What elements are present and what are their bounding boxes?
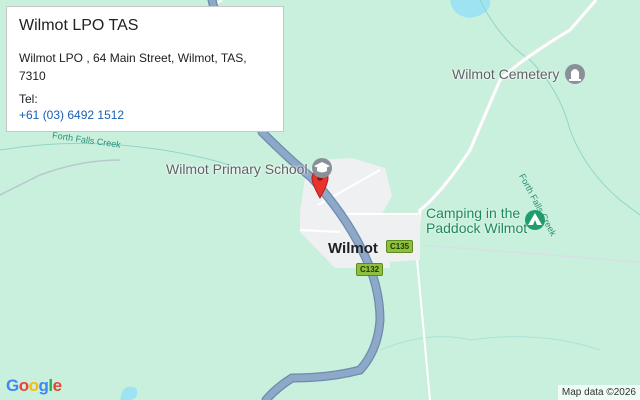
town-label[interactable]: Wilmot: [328, 240, 378, 257]
camping-label[interactable]: Camping in the Paddock Wilmot: [426, 206, 527, 236]
info-address: Wilmot LPO , 64 Main Street, Wilmot, TAS…: [19, 51, 247, 83]
map-attribution[interactable]: Map data ©2026: [557, 385, 640, 400]
school-label[interactable]: Wilmot Primary School: [166, 161, 308, 177]
road-shield-c135: C135: [386, 240, 414, 253]
road-shield-c132: C132: [356, 263, 384, 276]
info-window: Wilmot LPO TAS Wilmot LPO , 64 Main Stre…: [6, 6, 284, 132]
phone-link[interactable]: +61 (03) 6492 1512: [19, 107, 271, 123]
camping-label-line1: Camping in the: [426, 205, 521, 221]
graduation-cap-icon[interactable]: [312, 158, 332, 178]
google-logo[interactable]: Google: [6, 376, 62, 396]
cemetery-label[interactable]: Wilmot Cemetery: [452, 66, 559, 82]
info-title: Wilmot LPO TAS: [19, 17, 139, 34]
camping-label-line2: Paddock Wilmot: [426, 220, 528, 236]
cemetery-icon[interactable]: [565, 64, 585, 84]
info-tel-label: Tel:: [19, 92, 38, 106]
